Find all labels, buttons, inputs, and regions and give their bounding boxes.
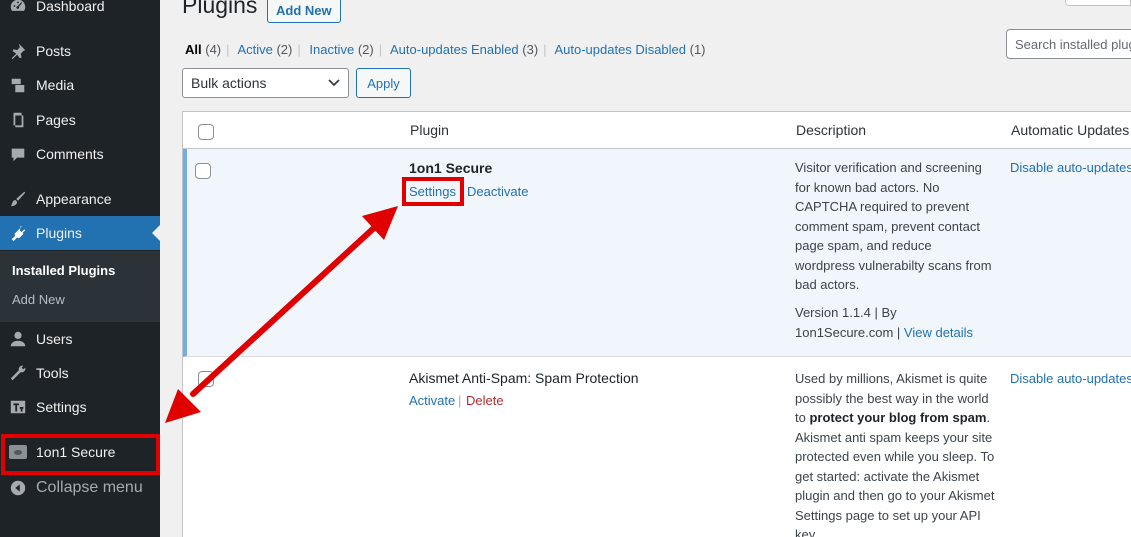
chevron-down-icon	[328, 79, 340, 87]
filter-auto-updates-enabled[interactable]: Auto-updates Enabled	[390, 42, 519, 57]
plugin-version: Version 1.1.4 | By 1on1Secure.com | View…	[795, 305, 974, 340]
page-title: Plugins	[182, 0, 258, 18]
collapse-menu-button[interactable]: Collapse menu	[0, 471, 160, 505]
menu-posts[interactable]: Posts	[0, 34, 160, 68]
plugin-description: Visitor verification and screening for k…	[795, 160, 992, 292]
filter-count: (2)	[276, 42, 293, 57]
filter-all[interactable]: All	[185, 42, 202, 57]
row-checkbox[interactable]	[195, 163, 211, 179]
column-plugin: Plugin	[410, 122, 449, 138]
table-row: Akismet Anti-Spam: Spam Protection Activ…	[183, 358, 1131, 537]
user-icon	[0, 330, 36, 348]
plugins-table: Plugin Description Automatic Updates 1on…	[182, 111, 1131, 537]
admin-sidebar: Dashboard Posts Media Pages Comments App…	[0, 0, 160, 537]
view-details-link[interactable]: View details	[904, 325, 973, 340]
media-icon	[0, 76, 36, 94]
menu-label: Settings	[36, 399, 87, 415]
brush-icon	[0, 190, 36, 208]
filter-auto-updates-disabled[interactable]: Auto-updates Disabled	[554, 42, 686, 57]
menu-dashboard[interactable]: Dashboard	[0, 0, 160, 23]
menu-settings[interactable]: Settings	[0, 390, 160, 424]
bulk-actions-value: Bulk actions	[191, 75, 267, 91]
menu-1on1-secure[interactable]: 1on1 Secure	[0, 435, 160, 469]
table-header: Plugin Description Automatic Updates	[183, 112, 1131, 149]
row-checkbox[interactable]	[198, 371, 214, 387]
activate-link[interactable]: Activate	[409, 393, 455, 408]
screen-options-tab[interactable]	[1065, 0, 1131, 6]
search-plugins-input[interactable]: Search installed plug	[1006, 29, 1131, 59]
menu-label: Comments	[36, 146, 104, 162]
collapse-icon	[0, 479, 36, 497]
plugin-name: 1on1 Secure	[409, 160, 493, 176]
menu-label: Media	[36, 77, 75, 93]
menu-users[interactable]: Users	[0, 322, 160, 356]
add-new-button[interactable]: Add New	[267, 0, 341, 23]
menu-appearance[interactable]: Appearance	[0, 182, 160, 216]
menu-label: Tools	[36, 365, 69, 381]
menu-label: Users	[36, 331, 73, 347]
disable-auto-updates-link[interactable]: Disable auto-updates	[1010, 160, 1131, 175]
menu-label: Dashboard	[36, 0, 105, 14]
column-description: Description	[796, 122, 867, 138]
filter-active[interactable]: Active	[237, 42, 272, 57]
bulk-actions-select[interactable]: Bulk actions	[182, 68, 349, 98]
pin-icon	[0, 42, 36, 60]
plugins-submenu: Installed Plugins Add New	[0, 251, 160, 322]
dashboard-icon	[0, 0, 36, 15]
filter-inactive[interactable]: Inactive	[309, 42, 354, 57]
filter-count: (3)	[522, 42, 539, 57]
filter-count: (4)	[205, 42, 222, 57]
filter-count: (1)	[689, 42, 706, 57]
menu-plugins[interactable]: Plugins	[0, 216, 160, 250]
disable-auto-updates-link[interactable]: Disable auto-updates	[1010, 371, 1131, 386]
settings-icon	[0, 398, 36, 416]
menu-media[interactable]: Media	[0, 68, 160, 102]
delete-link[interactable]: Delete	[466, 393, 504, 408]
menu-label: Appearance	[36, 191, 112, 207]
table-row: 1on1 Secure Settings | Deactivate Visito…	[183, 149, 1131, 357]
select-all-checkbox[interactable]	[198, 124, 214, 140]
plugin-description: Used by millions, Akismet is quite possi…	[795, 371, 995, 537]
status-filter-links: All (4) | Active (2) | Inactive (2) | Auto-…	[185, 42, 706, 57]
wrench-icon	[0, 364, 36, 382]
menu-pages[interactable]: Pages	[0, 103, 160, 137]
plugin-icon	[0, 224, 36, 242]
menu-label: Pages	[36, 112, 76, 128]
menu-label: Collapse menu	[36, 479, 143, 496]
menu-comments[interactable]: Comments	[0, 137, 160, 171]
menu-label: Posts	[36, 43, 72, 59]
menu-label: 1on1 Secure	[36, 444, 116, 460]
column-automatic-updates: Automatic Updates	[1011, 122, 1130, 138]
filter-count: (2)	[357, 42, 374, 57]
pages-icon	[0, 111, 36, 129]
submenu-add-new[interactable]: Add New	[12, 292, 65, 307]
comment-icon	[0, 145, 36, 163]
menu-tools[interactable]: Tools	[0, 356, 160, 390]
settings-link[interactable]: Settings	[409, 184, 456, 199]
apply-button[interactable]: Apply	[356, 68, 411, 98]
eye-icon	[0, 445, 36, 459]
deactivate-link[interactable]: Deactivate	[467, 184, 528, 199]
submenu-installed-plugins[interactable]: Installed Plugins	[12, 263, 115, 278]
plugin-name: Akismet Anti-Spam: Spam Protection	[409, 370, 639, 386]
menu-label: Plugins	[36, 225, 82, 241]
main-content: Plugins Add New All (4) | Active (2) | Ina…	[160, 0, 1131, 537]
